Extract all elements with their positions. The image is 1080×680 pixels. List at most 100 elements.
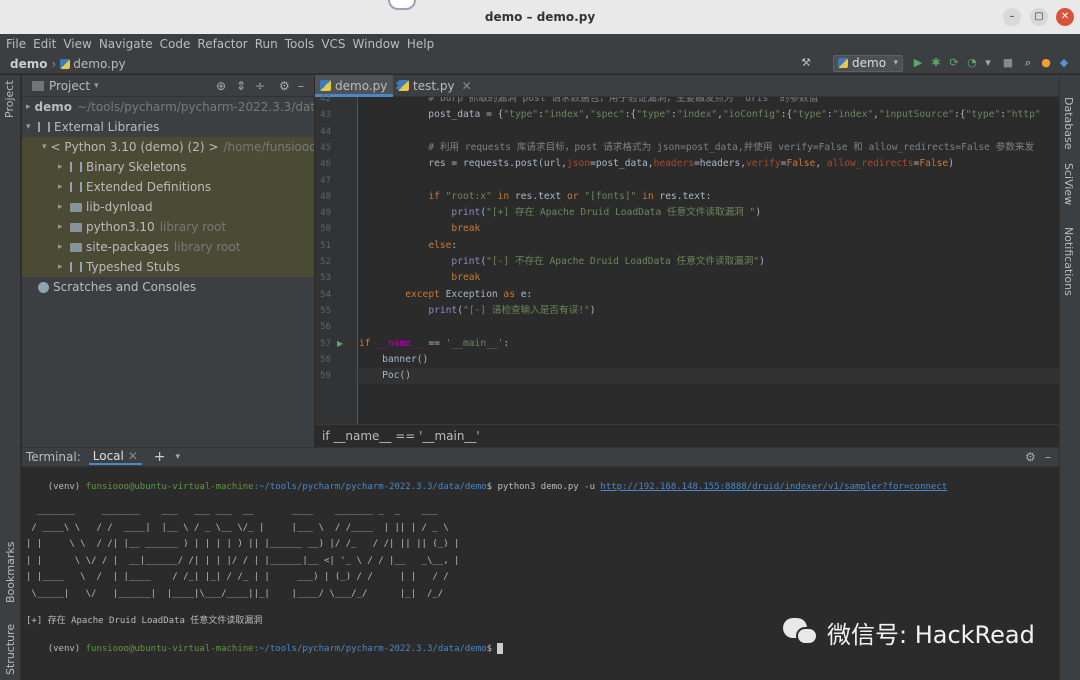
menu-item-code[interactable]: Code (160, 37, 191, 51)
stop-icon[interactable]: ■ (1002, 57, 1014, 69)
more-actions-icon[interactable]: ▾ (982, 57, 994, 69)
minimize-button[interactable]: – (1003, 8, 1021, 26)
tree-expand-icon[interactable]: ▸ (58, 162, 70, 172)
screen-notch-icon (388, 0, 416, 10)
database-tool-tab[interactable]: Database (1062, 97, 1075, 150)
line-number: 51 (320, 240, 331, 251)
tree-item-hint: /home/funsiooo/tools/pycharm (223, 140, 314, 154)
folder-icon (70, 222, 82, 232)
tree-item[interactable]: ▸ Extended Definitions (22, 177, 314, 197)
project-tool-tab[interactable]: Project (3, 80, 16, 118)
chevron-down-icon[interactable]: ▾ (94, 81, 99, 91)
code-editor[interactable]: # burp 抓取的漏洞 post 请求数据包，用于验证漏洞，主要触发点为 "u… (359, 97, 1059, 424)
code-line[interactable]: if "root:x" in res.text or "[fonts]" in … (359, 189, 711, 205)
code-line[interactable]: else: (359, 238, 457, 254)
library-icon (70, 182, 82, 192)
expand-all-icon[interactable]: ⇕ (236, 79, 246, 93)
nav-file-crumb[interactable]: demo.py (73, 57, 125, 71)
tree-item-label: lib-dynload (86, 200, 153, 214)
structure-tool-tab[interactable]: Structure (4, 624, 17, 675)
line-number: 47 (320, 175, 331, 186)
tree-expand-icon[interactable]: ▾ (42, 142, 47, 152)
tree-expand-icon[interactable]: ▸ (58, 222, 70, 232)
gear-icon[interactable]: ⚙ (279, 79, 290, 93)
add-terminal-button[interactable]: + (154, 449, 166, 465)
code-line[interactable]: break (359, 221, 480, 237)
code-line[interactable]: print("[-] 不存在 Apache Druid LoadData 任意文… (359, 254, 765, 270)
project-panel-title[interactable]: Project (49, 79, 90, 93)
code-line[interactable]: # 利用 requests 库请求目标，post 请求格式为 json=post… (359, 140, 1034, 156)
locate-icon[interactable]: ⊕ (216, 79, 226, 93)
tree-item[interactable]: ▸ python3.10 library root (22, 217, 314, 237)
editor-breadcrumb[interactable]: if __name__ == '__main__' (315, 424, 1059, 446)
code-line[interactable]: banner() (359, 352, 428, 368)
vcs-hammer-icon[interactable]: ⚒ (800, 57, 812, 69)
tree-item-hint: ~/tools/pycharm/pycharm-2022.3.3/data/de… (77, 100, 314, 114)
menu-item-refactor[interactable]: Refactor (197, 37, 247, 51)
code-line[interactable]: except Exception as e: (359, 287, 532, 303)
profile-icon[interactable]: ◔ (966, 57, 978, 69)
code-line[interactable]: if __name__ == '__main__': (359, 336, 509, 352)
menu-item-edit[interactable]: Edit (33, 37, 56, 51)
nav-project-crumb[interactable]: demo (10, 57, 47, 71)
tree-item[interactable]: ▸ Typeshed Stubs (22, 257, 314, 277)
bookmarks-tool-tab[interactable]: Bookmarks (4, 542, 17, 603)
code-line[interactable]: post_data = {"type":"index","spec":{"typ… (359, 107, 1040, 123)
run-configuration-select[interactable]: demo ▾ (833, 55, 903, 72)
menu-item-view[interactable]: View (63, 37, 91, 51)
tree-expand-icon[interactable]: ▸ (26, 102, 31, 112)
menu-item-file[interactable]: File (6, 37, 26, 51)
code-line[interactable]: Poc() (359, 368, 1059, 385)
maximize-button[interactable]: ▢ (1030, 8, 1048, 26)
tab-test-py[interactable]: test.py ✕ (393, 75, 472, 97)
tree-item[interactable]: ▾ External Libraries (22, 117, 314, 137)
code-line[interactable]: break (359, 270, 480, 286)
terminal-tab-local[interactable]: Local ✕ (88, 449, 142, 465)
tree-item[interactable]: ▸ Binary Skeletons (22, 157, 314, 177)
code-line[interactable]: print("[-] 请检查输入是否有误!") (359, 303, 595, 319)
tree-expand-icon[interactable]: ▸ (58, 262, 70, 272)
terminal-result-line: [+] 存在 Apache Druid LoadData 任意文件读取漏洞 (26, 616, 263, 626)
menu-item-run[interactable]: Run (255, 37, 278, 51)
left-tool-strip: Project Bookmarks Structure (0, 75, 21, 680)
tree-expand-icon[interactable]: ▾ (26, 122, 38, 132)
folder-icon (70, 202, 82, 212)
updates-icon[interactable]: ● (1040, 57, 1052, 69)
coverage-icon[interactable]: ⟳ (948, 57, 960, 69)
run-gutter-icon[interactable]: ▶ (337, 339, 343, 348)
hide-panel-icon[interactable]: – (1045, 450, 1051, 464)
code-line[interactable]: # burp 抓取的漏洞 post 请求数据包，用于验证漏洞，主要触发点为 "u… (359, 97, 818, 107)
run-icon[interactable]: ▶ (912, 57, 924, 69)
ide-features-icon[interactable]: ◆ (1058, 57, 1070, 69)
gear-icon[interactable]: ⚙ (1025, 450, 1036, 464)
debug-icon[interactable]: ✱ (930, 57, 942, 69)
tree-item[interactable]: ▸ lib-dynload (22, 197, 314, 217)
code-line[interactable]: res = requests.post(url,json=post_data,h… (359, 156, 954, 172)
tree-expand-icon[interactable]: ▸ (58, 182, 70, 192)
close-button[interactable]: ✕ (1056, 8, 1074, 26)
tree-item[interactable]: ▸ site-packages library root (22, 237, 314, 257)
close-tab-icon[interactable]: ✕ (462, 79, 472, 93)
chevron-down-icon[interactable]: ▾ (176, 452, 181, 462)
close-tab-icon[interactable]: ✕ (128, 449, 138, 463)
menu-item-window[interactable]: Window (353, 37, 400, 51)
watermark-text: 微信号: HackRead (827, 621, 1035, 649)
project-tree: ▸ demo ~/tools/pycharm/pycharm-2022.3.3/da… (22, 97, 314, 297)
code-line[interactable]: print("[+] 存在 Apache Druid LoadData 任意文件… (359, 205, 761, 221)
menu-item-tools[interactable]: Tools (285, 37, 315, 51)
collapse-all-icon[interactable]: ÷ (255, 79, 265, 93)
tree-item[interactable]: ▾ < Python 3.10 (demo) (2) > /home/funsioo… (22, 137, 314, 157)
menu-item-help[interactable]: Help (407, 37, 434, 51)
hide-panel-icon[interactable]: – (298, 79, 304, 93)
tree-expand-icon[interactable]: ▸ (58, 202, 70, 212)
tree-item[interactable]: Scratches and Consoles (22, 277, 314, 297)
tree-expand-icon[interactable]: ▸ (58, 242, 70, 252)
tree-item[interactable]: ▸ demo ~/tools/pycharm/pycharm-2022.3.3/da… (22, 97, 314, 117)
menu-item-vcs[interactable]: VCS (321, 37, 345, 51)
python-file-icon (60, 58, 71, 69)
notifications-tool-tab[interactable]: Notifications (1062, 227, 1075, 296)
target-url-link[interactable]: http://192.168.148.155:8888/druid/indexe… (600, 482, 947, 492)
menu-item-navigate[interactable]: Navigate (99, 37, 153, 51)
search-icon[interactable]: ⌕ (1022, 57, 1034, 69)
sciview-tool-tab[interactable]: SciView (1062, 163, 1075, 205)
